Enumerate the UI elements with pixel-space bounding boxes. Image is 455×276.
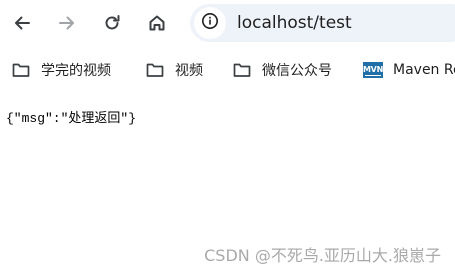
bookmark-label: 视频 (175, 63, 203, 79)
address-bar[interactable]: localhost/test (190, 4, 455, 42)
folder-icon (232, 61, 252, 79)
bookmark-label: 微信公众号 (262, 63, 332, 79)
browser-window: localhost/test 学完的视频 视频 微信公众号 MVN Maven … (0, 0, 455, 276)
forward-button[interactable] (51, 7, 83, 39)
folder-icon (145, 61, 165, 79)
csdn-watermark: CSDN @不死鸟.亚历山大.狼崽子 (204, 246, 441, 265)
url-text[interactable]: localhost/test (237, 13, 352, 33)
page-content: {"msg":"处理返回"} CSDN @不死鸟.亚历山大.狼崽子 (0, 96, 455, 276)
bookmark-label: Maven Re (393, 62, 455, 78)
bookmark-folder-weixin[interactable]: 微信公众号 (232, 57, 332, 83)
home-button[interactable] (141, 7, 173, 39)
reload-icon (102, 13, 122, 33)
back-button[interactable] (6, 7, 38, 39)
bookmark-folder-shipin[interactable]: 视频 (145, 57, 203, 83)
folder-icon (11, 61, 31, 79)
bookmark-label: 学完的视频 (41, 63, 111, 79)
bookmarks-bar: 学完的视频 视频 微信公众号 MVN Maven Re (0, 52, 455, 88)
home-icon (147, 13, 167, 33)
arrow-left-icon (12, 13, 32, 33)
maven-badge: MVN (363, 62, 383, 78)
bookmark-folder-xuewan[interactable]: 学完的视频 (11, 57, 111, 83)
maven-favicon-icon: MVN (363, 61, 383, 79)
arrow-right-icon (57, 13, 77, 33)
info-icon (201, 12, 219, 34)
browser-toolbar: localhost/test (0, 0, 455, 46)
bookmark-maven-repository[interactable]: MVN Maven Re (363, 57, 455, 83)
json-response-text: {"msg":"处理返回"} (6, 111, 137, 126)
reload-button[interactable] (96, 7, 128, 39)
site-info-button[interactable] (194, 7, 226, 39)
